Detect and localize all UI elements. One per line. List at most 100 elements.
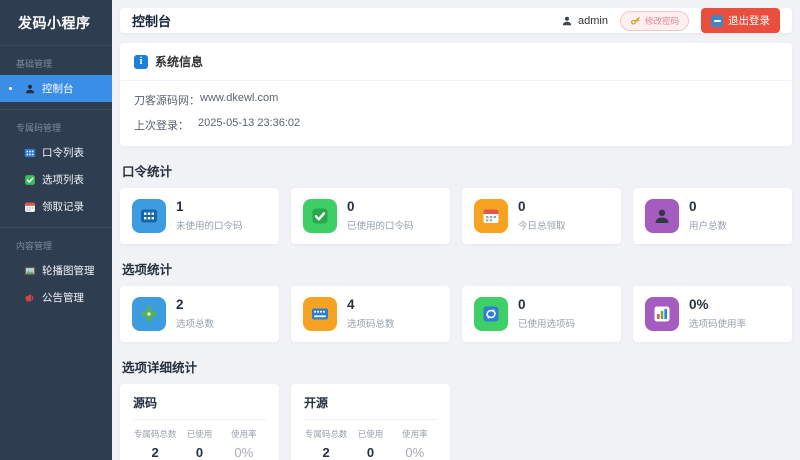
page-title: 控制台	[132, 14, 172, 29]
option-stats-grid: 2 选项总数 4 选项码总数 0 已使用选项码 0% 选项码使用率	[120, 286, 792, 342]
sidebar-item-label: 控制台	[42, 83, 74, 95]
user-menu[interactable]: admin	[561, 15, 608, 27]
sidebar-item-label: 领取记录	[42, 201, 84, 213]
stat-label: 已使用的口令码	[347, 220, 414, 232]
stat-text: 0 用户总数	[689, 199, 728, 232]
refresh-icon	[474, 297, 508, 331]
stat-card-usage-rate: 0% 选项码使用率	[633, 286, 792, 342]
column-header: 已使用	[186, 429, 213, 439]
stat-card-today-claims: 0 今日总领取	[462, 188, 621, 244]
stat-label: 用户总数	[689, 220, 728, 232]
stat-value: 0%	[689, 297, 709, 313]
change-password-label: 修改密码	[644, 15, 679, 26]
system-info-body: 刀客源码网： www.dkewl.com 上次登录： 2025-05-13 23…	[120, 81, 792, 146]
stat-label: 选项码总数	[347, 318, 395, 330]
column-header: 专属码总数	[304, 429, 348, 439]
stat-text: 4 选项码总数	[347, 297, 395, 330]
column-value: 2	[322, 445, 330, 460]
column-value: 2	[151, 445, 159, 460]
sidebar-item-label: 公告管理	[42, 292, 84, 304]
console-user-icon	[24, 83, 36, 95]
stat-label: 今日总领取	[518, 220, 566, 232]
stat-text: 0% 选项码使用率	[689, 297, 746, 330]
column-value: 0%	[234, 445, 254, 460]
stat-value: 2	[176, 297, 184, 313]
app-title: 发码小程序	[0, 0, 112, 46]
sidebar-section-basic: 基础管理	[16, 59, 53, 69]
active-bullet	[9, 87, 12, 90]
column-value: 0	[366, 445, 375, 460]
logout-label: 退出登录	[728, 15, 770, 27]
system-info-card: 系统信息 刀客源码网： www.dkewl.com 上次登录： 2025-05-…	[120, 43, 792, 146]
stat-card-total-options: 2 选项总数	[120, 286, 279, 342]
main-content: 控制台 admin 修改密码 退出登录 系统信息 刀客源码网： www.dk	[112, 0, 800, 460]
sidebar-item-label: 轮播图管理	[42, 265, 95, 277]
picture-icon	[24, 265, 36, 277]
sidebar-item-password-list[interactable]: 口令列表	[0, 139, 112, 166]
sidebar-item-announcements[interactable]: 公告管理	[0, 284, 112, 311]
system-info-title: 系统信息	[155, 55, 204, 69]
check-icon	[303, 199, 337, 233]
sidebar-item-option-list[interactable]: 选项列表	[0, 166, 112, 193]
stat-value: 0	[347, 199, 355, 215]
sidebar-item-label: 口令列表	[42, 147, 84, 159]
puzzle-icon	[132, 297, 166, 331]
sidebar-item-label: 选项列表	[42, 174, 84, 186]
change-password-button[interactable]: 修改密码	[619, 10, 689, 31]
check-icon	[24, 174, 36, 186]
column-header: 使用率	[402, 429, 428, 439]
column-value: 0%	[405, 445, 425, 460]
detail-card-title: 源码	[133, 396, 158, 410]
stat-value: 0	[689, 199, 697, 215]
key-icon	[630, 15, 641, 26]
stat-value: 4	[347, 297, 355, 313]
section-title-option-detail: 选项详细统计	[122, 361, 198, 375]
stat-card-total-option-codes: 4 选项码总数	[291, 286, 450, 342]
logout-minus-icon	[711, 14, 723, 27]
stat-value: 0	[518, 199, 526, 215]
system-info-header: 系统信息	[120, 43, 792, 81]
option-detail-grid: 源码 专属码总数 已使用 使用率 2 0 0% 开源 专属码总数 已使用 使用率…	[120, 384, 792, 460]
column-header: 专属码总数	[133, 429, 177, 439]
detail-columns: 专属码总数 已使用 使用率 2 0 0%	[304, 428, 437, 460]
sidebar: 发码小程序 基础管理 控制台 专属码管理 口令列表 选项列表 领取记录 内容管理…	[0, 0, 112, 460]
sidebar-item-carousel[interactable]: 轮播图管理	[0, 257, 112, 284]
info-value: www.dkewl.com	[200, 92, 279, 104]
stat-value: 0	[518, 297, 526, 313]
user-icon	[645, 199, 679, 233]
sidebar-item-console[interactable]: 控制台	[0, 75, 112, 102]
stat-text: 1 未使用的口令码	[176, 199, 243, 232]
calendar-icon	[24, 201, 36, 213]
stat-text: 2 选项总数	[176, 297, 215, 330]
sidebar-item-claim-records[interactable]: 领取记录	[0, 193, 112, 220]
keyboard-icon	[303, 297, 337, 331]
stat-label: 选项总数	[176, 318, 215, 330]
sidebar-section-codes: 专属码管理	[16, 123, 62, 133]
user-icon	[561, 15, 573, 27]
stat-text: 0 今日总领取	[518, 199, 566, 232]
detail-columns: 专属码总数 已使用 使用率 2 0 0%	[133, 428, 266, 460]
info-icon	[134, 54, 148, 69]
stat-text: 0 已使用的口令码	[347, 199, 414, 232]
topbar: 控制台 admin 修改密码 退出登录	[120, 8, 792, 33]
stat-card-used-codes: 0 已使用的口令码	[291, 188, 450, 244]
stat-card-total-users: 0 用户总数	[633, 188, 792, 244]
username: admin	[578, 14, 608, 27]
section-title-option-stats: 选项统计	[122, 263, 173, 277]
keypad-icon	[132, 199, 166, 233]
stat-card-unused-codes: 1 未使用的口令码	[120, 188, 279, 244]
calendar-icon	[474, 199, 508, 233]
column-header: 已使用	[357, 429, 384, 439]
info-row-site: 刀客源码网： www.dkewl.com	[134, 92, 778, 108]
logout-button[interactable]: 退出登录	[701, 8, 780, 33]
stat-value: 1	[176, 199, 184, 215]
info-label: 刀客源码网：	[134, 95, 200, 107]
divider	[304, 419, 437, 420]
column-header: 使用率	[231, 429, 257, 439]
keypad-icon	[24, 147, 36, 159]
stat-card-used-option-codes: 0 已使用选项码	[462, 286, 621, 342]
sidebar-section-content: 内容管理	[16, 241, 53, 251]
detail-card-opensource: 开源 专属码总数 已使用 使用率 2 0 0%	[291, 384, 450, 460]
stat-label: 未使用的口令码	[176, 220, 243, 232]
column-value: 0	[195, 445, 204, 460]
